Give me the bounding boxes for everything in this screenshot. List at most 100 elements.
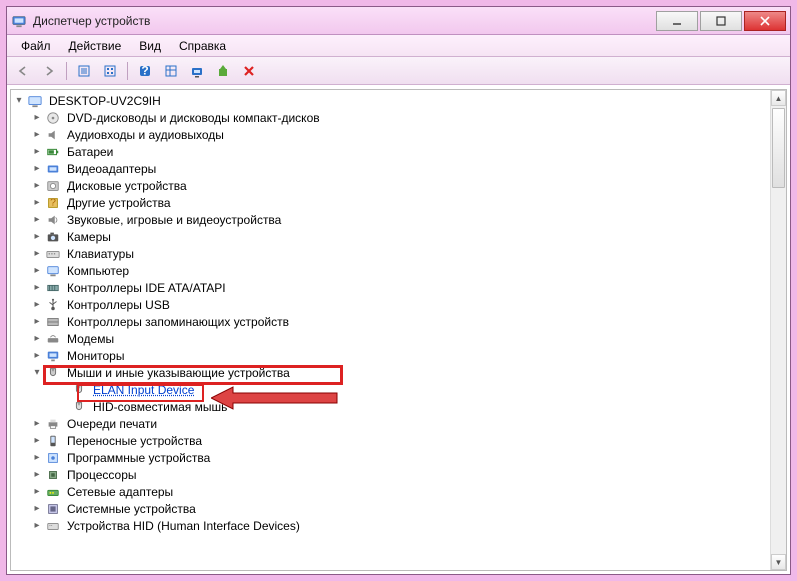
tree-root-node[interactable]: ▾DESKTOP-UV2C9IH [13, 92, 786, 109]
scroll-down-button[interactable]: ▼ [771, 554, 786, 570]
expand-icon[interactable]: ▸ [31, 163, 43, 175]
expand-icon[interactable]: ▸ [31, 333, 43, 345]
expand-icon[interactable]: ▸ [31, 214, 43, 226]
expand-icon[interactable]: ▸ [31, 418, 43, 430]
tree-category-keyboard[interactable]: ▸ Клавиатуры [13, 245, 786, 262]
tree-category-dvd[interactable]: ▸ DVD-дисководы и дисководы компакт-диско… [13, 109, 786, 126]
menu-help[interactable]: Справка [171, 37, 234, 55]
expand-icon[interactable]: ▸ [31, 503, 43, 515]
network-icon [45, 484, 61, 500]
expand-icon[interactable]: ▸ [31, 265, 43, 277]
scroll-thumb[interactable] [772, 108, 785, 188]
tree-category-video[interactable]: ▸ Видеоадаптеры [13, 160, 786, 177]
tree-device-hid[interactable]: HID-совместимая мышь [13, 398, 786, 415]
expand-icon[interactable]: ▸ [31, 112, 43, 124]
expand-icon[interactable]: ▸ [31, 129, 43, 141]
back-button[interactable] [11, 60, 35, 82]
tree-category-ide[interactable]: ▸ Контроллеры IDE ATA/ATAPI [13, 279, 786, 296]
tree-node-label: Видеоадаптеры [65, 162, 158, 176]
scroll-track[interactable] [771, 106, 786, 554]
collapse-icon[interactable]: ▾ [31, 367, 43, 379]
menu-action[interactable]: Действие [61, 37, 130, 55]
tree-category-sound[interactable]: ▸ Звуковые, игровые и видеоустройства [13, 211, 786, 228]
expand-icon[interactable]: ▸ [31, 248, 43, 260]
tree-node-label: Устройства HID (Human Interface Devices) [65, 519, 302, 533]
tree-category-hiddev[interactable]: ▸ Устройства HID (Human Interface Devices… [13, 517, 786, 534]
tree-node-label: Клавиатуры [65, 247, 136, 261]
mouse-icon [45, 365, 61, 381]
close-button[interactable] [744, 11, 786, 31]
expand-icon[interactable]: ▸ [31, 469, 43, 481]
expand-icon[interactable]: ▸ [31, 282, 43, 294]
tree-node-label: DVD-дисководы и дисководы компакт-дисков [65, 111, 322, 125]
hiddev-icon [45, 518, 61, 534]
tree-category-battery[interactable]: ▸Батареи [13, 143, 786, 160]
tree-node-label: Контроллеры USB [65, 298, 172, 312]
tree-device-elan[interactable]: ELAN Input Device [13, 381, 786, 398]
tree-category-print[interactable]: ▸Очереди печати [13, 415, 786, 432]
tree-node-label: Звуковые, игровые и видеоустройства [65, 213, 283, 227]
vertical-scrollbar[interactable]: ▲ ▼ [770, 90, 786, 570]
scan-hardware-button[interactable] [185, 60, 209, 82]
ide-icon [45, 280, 61, 296]
expand-icon[interactable]: ▸ [31, 435, 43, 447]
tree-category-system[interactable]: ▸ Системные устройства [13, 500, 786, 517]
device-manager-window: Диспетчер устройств Файл Действие Вид Сп… [6, 6, 791, 575]
tree-category-computer[interactable]: ▸ Компьютер [13, 262, 786, 279]
audio-icon [45, 127, 61, 143]
tree-category-modem[interactable]: ▸Модемы [13, 330, 786, 347]
tree-category-network[interactable]: ▸ Сетевые адаптеры [13, 483, 786, 500]
collapse-icon[interactable]: ▾ [13, 95, 25, 107]
tree-node-label: Системные устройства [65, 502, 198, 516]
uninstall-button[interactable] [237, 60, 261, 82]
tree-node-label: Другие устройства [65, 196, 173, 210]
help-button[interactable]: ? [133, 60, 157, 82]
tree-node-label: Сетевые адаптеры [65, 485, 175, 499]
expander-placeholder [57, 384, 69, 396]
expand-icon[interactable]: ▸ [31, 231, 43, 243]
tree-node-label: Контроллеры запоминающих устройств [65, 315, 291, 329]
tree-category-other[interactable]: ▸? Другие устройства [13, 194, 786, 211]
annotation-arrow-icon [211, 383, 341, 413]
camera-icon [45, 229, 61, 245]
tree-category-storage[interactable]: ▸ Контроллеры запоминающих устройств [13, 313, 786, 330]
other-icon: ? [45, 195, 61, 211]
tree-node-label: Программные устройства [65, 451, 212, 465]
tree-category-mouse[interactable]: ▾Мыши и иные указывающие устройства [13, 364, 786, 381]
toolbar-separator [127, 62, 128, 80]
device-tree[interactable]: ▾DESKTOP-UV2C9IH ▸ DVD-дисководы и дисково… [11, 90, 786, 536]
properties-button[interactable] [72, 60, 96, 82]
expand-icon[interactable]: ▸ [31, 350, 43, 362]
expand-icon[interactable]: ▸ [31, 180, 43, 192]
tree-category-camera[interactable]: ▸Камеры [13, 228, 786, 245]
expand-icon[interactable]: ▸ [31, 520, 43, 532]
svg-text:?: ? [141, 64, 148, 78]
menu-view[interactable]: Вид [131, 37, 169, 55]
maximize-button[interactable] [700, 11, 742, 31]
tree-category-disk[interactable]: ▸ Дисковые устройства [13, 177, 786, 194]
tree-category-monitor[interactable]: ▸Мониторы [13, 347, 786, 364]
tree-node-label: Контроллеры IDE ATA/ATAPI [65, 281, 228, 295]
update-driver-button[interactable] [211, 60, 235, 82]
svg-text:?: ? [50, 196, 56, 208]
print-icon [45, 416, 61, 432]
expand-icon[interactable]: ▸ [31, 452, 43, 464]
expand-icon[interactable]: ▸ [31, 146, 43, 158]
expand-icon[interactable]: ▸ [31, 486, 43, 498]
tree-category-audio[interactable]: ▸Аудиовходы и аудиовыходы [13, 126, 786, 143]
tree-node-label: Дисковые устройства [65, 179, 189, 193]
expand-icon[interactable]: ▸ [31, 299, 43, 311]
tree-node-label: Компьютер [65, 264, 131, 278]
forward-button[interactable] [37, 60, 61, 82]
scroll-up-button[interactable]: ▲ [771, 90, 786, 106]
expand-icon[interactable]: ▸ [31, 197, 43, 209]
minimize-button[interactable] [656, 11, 698, 31]
tree-category-cpu[interactable]: ▸Процессоры [13, 466, 786, 483]
expand-icon[interactable]: ▸ [31, 316, 43, 328]
details-button[interactable] [98, 60, 122, 82]
tree-category-usb[interactable]: ▸ Контроллеры USB [13, 296, 786, 313]
device-details-button[interactable] [159, 60, 183, 82]
tree-category-software[interactable]: ▸ Программные устройства [13, 449, 786, 466]
menu-file[interactable]: Файл [13, 37, 59, 55]
tree-category-portable[interactable]: ▸Переносные устройства [13, 432, 786, 449]
